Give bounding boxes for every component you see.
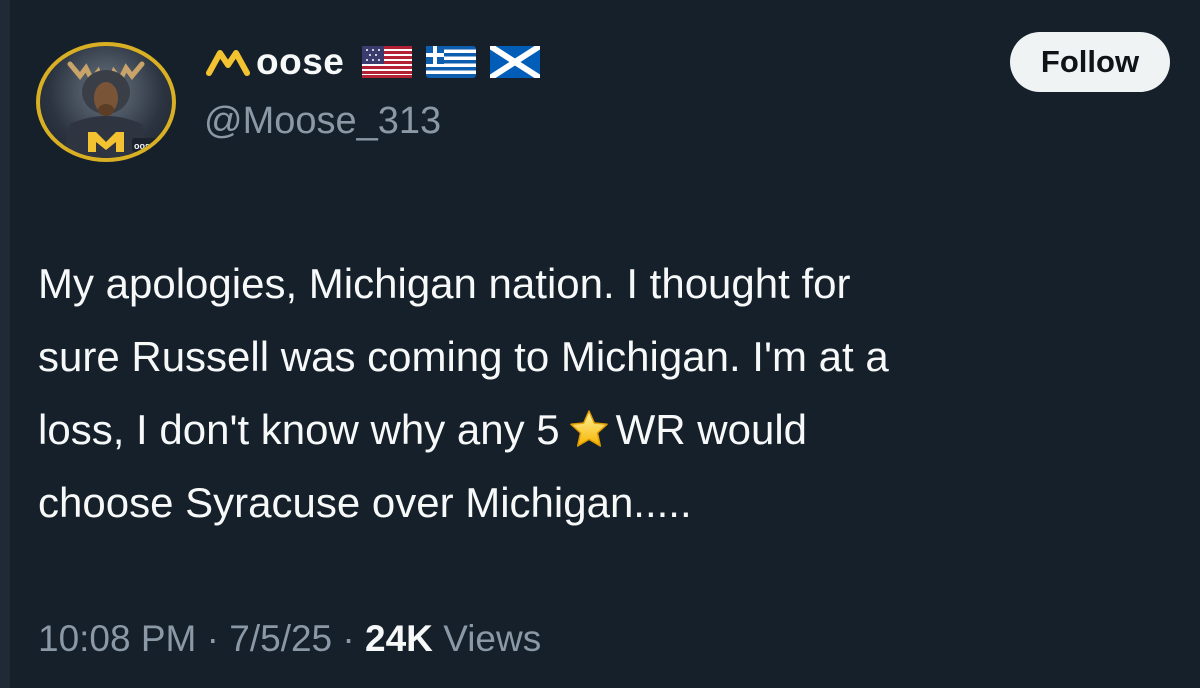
tweet-line-part: loss, I don't know why any 5 xyxy=(38,406,560,453)
user-handle[interactable]: @Moose_313 xyxy=(204,100,441,143)
avatar-label: oose xyxy=(134,141,156,151)
avatar[interactable]: oose xyxy=(36,42,176,162)
us-flag-icon xyxy=(362,46,413,78)
scotland-flag-icon xyxy=(490,46,541,78)
meta-separator: · xyxy=(342,618,355,659)
tweet-meta: 10:08 PM · 7/5/25 · 24K Views xyxy=(38,618,541,660)
tweet-line: sure Russell was coming to Michigan. I'm… xyxy=(38,333,889,380)
views-label: Views xyxy=(443,618,542,659)
tweet-date[interactable]: 7/5/25 xyxy=(229,618,332,659)
meta-separator: · xyxy=(206,618,219,659)
left-edge-strip xyxy=(0,0,10,688)
michigan-m-logo-icon xyxy=(206,50,250,76)
tweet-line: choose Syracuse over Michigan..... xyxy=(38,479,692,526)
tweet-line: My apologies, Michigan nation. I thought… xyxy=(38,260,851,307)
display-name[interactable]: oose xyxy=(256,41,344,83)
display-name-row[interactable]: oose xyxy=(206,38,554,86)
follow-button[interactable]: Follow xyxy=(1010,32,1170,92)
tweet-time[interactable]: 10:08 PM xyxy=(38,618,196,659)
greece-flag-icon xyxy=(426,46,477,78)
tweet-text: My apologies, Michigan nation. I thought… xyxy=(38,247,1168,539)
tweet-line-with-star: loss, I don't know why any 5 WR would xyxy=(38,393,1168,466)
views-count: 24K xyxy=(365,618,433,659)
star-emoji-icon xyxy=(569,410,608,447)
tweet-line-part: WR would xyxy=(615,406,808,453)
